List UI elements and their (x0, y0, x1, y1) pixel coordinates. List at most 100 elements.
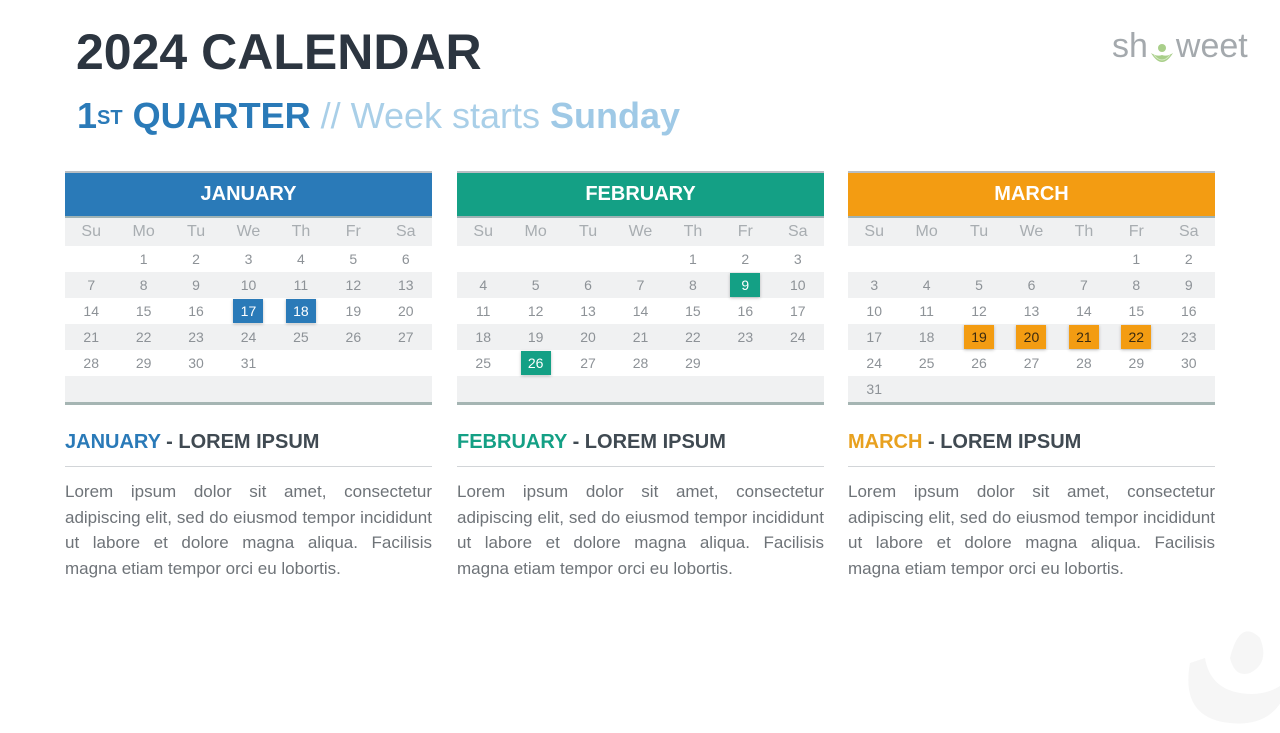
day-cell[interactable]: 14 (1058, 298, 1110, 324)
day-cell[interactable]: 21 (65, 324, 118, 350)
day-cell[interactable]: 18 (900, 324, 953, 350)
day-cell[interactable]: 9 (169, 272, 223, 298)
day-cell[interactable]: 23 (719, 324, 772, 350)
day-cell[interactable]: 12 (953, 298, 1005, 324)
day-cell[interactable]: 30 (1163, 350, 1215, 376)
day-cell[interactable]: 1 (117, 246, 169, 272)
day-cell[interactable]: 1 (667, 246, 719, 272)
day-cell[interactable]: 11 (274, 272, 328, 298)
day-cell[interactable]: 29 (117, 350, 169, 376)
day-cell[interactable]: 31 (222, 350, 274, 376)
day-cell[interactable]: 26 (509, 350, 561, 376)
day-cell[interactable]: 14 (614, 298, 666, 324)
highlighted-day[interactable]: 9 (730, 273, 761, 297)
day-cell[interactable]: 22 (1110, 324, 1163, 350)
day-cell[interactable]: 20 (1005, 324, 1058, 350)
day-cell[interactable]: 1 (1110, 246, 1162, 272)
day-cell[interactable]: 22 (117, 324, 170, 350)
day-cell[interactable]: 23 (1162, 324, 1215, 350)
day-cell[interactable]: 9 (1162, 272, 1215, 298)
day-cell[interactable]: 19 (327, 298, 379, 324)
day-cell[interactable]: 25 (900, 350, 952, 376)
highlighted-day[interactable]: 22 (1121, 325, 1152, 349)
day-cell[interactable]: 11 (900, 298, 952, 324)
day-cell[interactable]: 2 (1163, 246, 1215, 272)
day-cell[interactable]: 27 (1005, 350, 1057, 376)
day-cell[interactable]: 20 (561, 324, 615, 350)
day-cell[interactable]: 2 (719, 246, 771, 272)
day-cell[interactable]: 16 (1163, 298, 1215, 324)
day-cell[interactable]: 11 (457, 298, 509, 324)
day-cell[interactable]: 12 (509, 298, 561, 324)
day-cell[interactable]: 22 (666, 324, 720, 350)
day-cell[interactable]: 16 (719, 298, 771, 324)
highlighted-day[interactable]: 17 (233, 299, 264, 323)
day-cell[interactable]: 8 (1110, 272, 1163, 298)
day-cell[interactable]: 4 (457, 272, 510, 298)
day-cell[interactable]: 30 (170, 350, 222, 376)
day-cell[interactable]: 15 (1110, 298, 1162, 324)
highlighted-day[interactable]: 26 (520, 351, 551, 375)
day-cell[interactable]: 13 (562, 298, 614, 324)
day-cell[interactable]: 13 (1005, 298, 1057, 324)
day-cell[interactable]: 2 (170, 246, 222, 272)
day-cell[interactable]: 8 (666, 272, 720, 298)
day-cell[interactable]: 29 (667, 350, 719, 376)
highlighted-day[interactable]: 18 (285, 299, 316, 323)
day-cell[interactable]: 23 (169, 324, 223, 350)
day-cell[interactable]: 18 (275, 298, 327, 324)
day-cell[interactable]: 17 (772, 298, 824, 324)
day-cell[interactable]: 10 (222, 272, 275, 298)
day-cell[interactable]: 4 (275, 246, 327, 272)
day-cell[interactable]: 14 (65, 298, 117, 324)
day-cell[interactable]: 7 (614, 272, 667, 298)
day-cell[interactable]: 28 (65, 350, 117, 376)
day-cell[interactable]: 7 (65, 272, 118, 298)
day-cell[interactable]: 3 (772, 246, 824, 272)
day-cell[interactable]: 19 (952, 324, 1006, 350)
day-cell[interactable]: 18 (457, 324, 510, 350)
day-cell[interactable]: 6 (561, 272, 615, 298)
day-cell[interactable]: 21 (614, 324, 667, 350)
day-cell[interactable]: 24 (848, 350, 900, 376)
day-cell[interactable]: 7 (1057, 272, 1111, 298)
day-cell[interactable]: 15 (667, 298, 719, 324)
day-cell[interactable]: 3 (848, 272, 901, 298)
day-cell[interactable]: 5 (509, 272, 562, 298)
day-cell[interactable]: 5 (327, 246, 379, 272)
highlighted-day[interactable]: 21 (1068, 325, 1099, 349)
day-cell[interactable]: 13 (379, 272, 432, 298)
day-cell[interactable]: 21 (1057, 324, 1111, 350)
day-cell[interactable]: 8 (117, 272, 170, 298)
day-cell[interactable]: 10 (771, 272, 824, 298)
day-cell[interactable]: 6 (380, 246, 432, 272)
day-cell[interactable]: 27 (379, 324, 432, 350)
day-cell[interactable]: 26 (327, 324, 380, 350)
day-cell[interactable]: 12 (327, 272, 380, 298)
day-cell[interactable]: 17 (222, 298, 274, 324)
day-cell[interactable]: 24 (222, 324, 275, 350)
day-cell[interactable]: 31 (848, 376, 901, 402)
day-cell[interactable]: 24 (771, 324, 824, 350)
month-grid: Su Mo Tu We Th Fr Sa 1 2 3 4 5 6 7 8 9 10 11 12 13 14 15 16 17 1… (65, 218, 432, 402)
day-cell[interactable]: 4 (900, 272, 953, 298)
day-cell[interactable]: 3 (222, 246, 274, 272)
day-cell[interactable]: 29 (1110, 350, 1162, 376)
day-cell[interactable]: 6 (1005, 272, 1058, 298)
day-cell[interactable]: 10 (848, 298, 900, 324)
day-cell[interactable]: 16 (170, 298, 222, 324)
day-cell[interactable]: 28 (614, 350, 666, 376)
day-cell[interactable]: 19 (509, 324, 562, 350)
day-cell[interactable]: 26 (953, 350, 1005, 376)
day-cell[interactable]: 27 (562, 350, 614, 376)
day-cell[interactable]: 17 (848, 324, 901, 350)
day-cell[interactable]: 25 (274, 324, 328, 350)
highlighted-day[interactable]: 19 (964, 325, 995, 349)
highlighted-day[interactable]: 20 (1016, 325, 1047, 349)
day-cell[interactable]: 5 (952, 272, 1006, 298)
day-cell[interactable]: 25 (457, 350, 509, 376)
day-cell[interactable]: 9 (719, 272, 772, 298)
day-cell[interactable]: 15 (117, 298, 169, 324)
day-cell[interactable]: 28 (1058, 350, 1110, 376)
day-cell[interactable]: 20 (380, 298, 432, 324)
